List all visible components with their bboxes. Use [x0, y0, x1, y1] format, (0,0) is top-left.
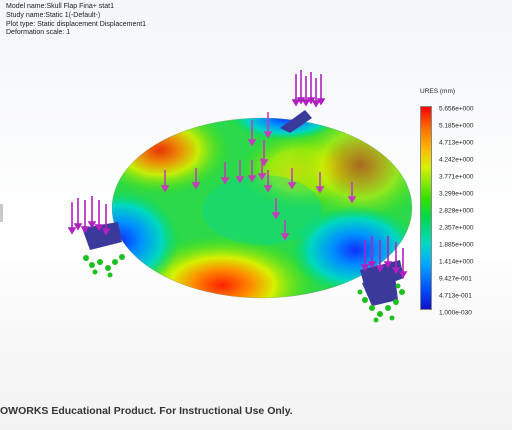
color-legend: URES (mm) 5.656e+000 5.185e+000 4.713e+0… — [420, 88, 510, 328]
legend-tick: 5.185e+000 — [439, 122, 474, 130]
legend-tick: 3.299e+000 — [439, 190, 474, 198]
legend-tick: 2.357e+000 — [439, 224, 474, 232]
legend-tick: 3.771e+000 — [439, 173, 474, 181]
legend-tick: 4.242e+000 — [439, 156, 474, 164]
legend-color-bar — [420, 106, 432, 310]
legend-tick: 9.427e-001 — [439, 275, 472, 283]
educational-watermark: OWORKS Educational Product. For Instruct… — [0, 405, 293, 417]
legend-tick: 4.713e-001 — [439, 292, 472, 300]
legend-tick: 5.656e+000 — [439, 105, 474, 113]
legend-tick: 1.885e+000 — [439, 241, 474, 249]
legend-tick: 4.713e+000 — [439, 139, 474, 147]
legend-tick: 1.414e+000 — [439, 258, 474, 266]
legend-tick: 1.000e-030 — [439, 309, 472, 317]
legend-title: URES (mm) — [420, 88, 456, 95]
legend-tick: 2.828e+000 — [439, 207, 474, 215]
